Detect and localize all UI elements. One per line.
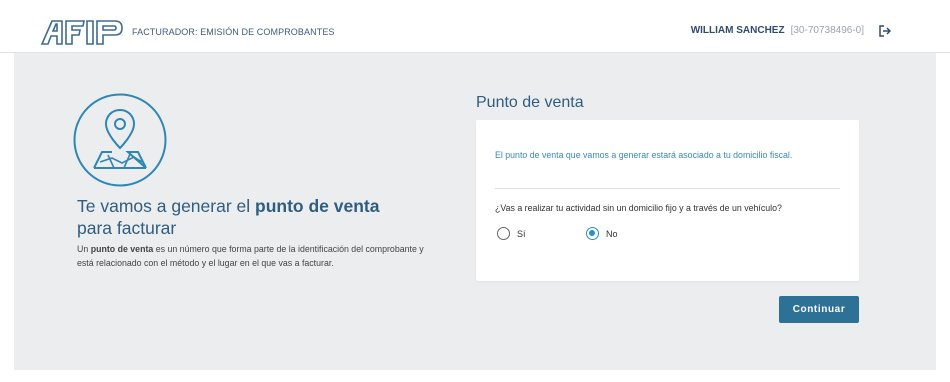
info-text: El punto de venta que vamos a generar es…	[495, 150, 793, 160]
user-name: WILLIAM SANCHEZ	[690, 25, 785, 36]
continue-button[interactable]: Continuar	[779, 296, 859, 323]
top-header: FACTURADOR: EMISIÓN DE COMPROBANTES WILL…	[0, 0, 950, 53]
afip-logo[interactable]	[40, 18, 124, 46]
logout-icon[interactable]	[878, 24, 892, 38]
intro-title-suffix: para facturar	[77, 218, 177, 238]
divider	[495, 188, 840, 189]
intro-title: Te vamos a generar el punto de venta par…	[77, 195, 437, 239]
radio-option-no[interactable]: No	[586, 227, 618, 240]
form-card: El punto de venta que vamos a generar es…	[476, 120, 859, 281]
app-title: FACTURADOR: EMISIÓN DE COMPROBANTES	[132, 27, 335, 37]
radio-no-label: No	[606, 228, 618, 239]
radio-no-button[interactable]	[586, 227, 599, 240]
radio-si-button[interactable]	[497, 227, 510, 240]
question-text: ¿Vas a realizar tu actividad sin un domi…	[495, 203, 782, 213]
intro-desc-bold: punto de venta	[90, 244, 154, 254]
intro-title-bold: punto de venta	[255, 196, 380, 216]
radio-option-si[interactable]: Sí	[497, 227, 526, 240]
user-info: WILLIAM SANCHEZ [30-70738496-0]	[691, 25, 864, 36]
user-cuit: [30-70738496-0]	[790, 25, 864, 36]
section-title: Punto de venta	[476, 94, 584, 111]
intro-desc-prefix: Un	[77, 244, 91, 254]
radio-si-label: Sí	[517, 228, 526, 239]
location-map-icon	[73, 93, 167, 187]
intro-description: Un punto de venta es un número que forma…	[77, 242, 427, 270]
intro-title-prefix: Te vamos a generar el	[77, 196, 256, 216]
